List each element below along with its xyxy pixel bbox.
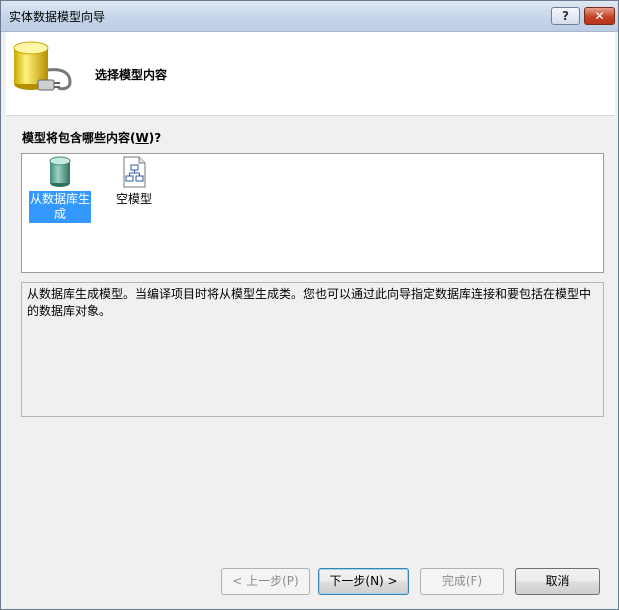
item-label-empty: 空模型 [115, 192, 152, 206]
header-panel: 选择模型内容 [6, 32, 615, 116]
title-bar[interactable]: 实体数据模型向导 ? ✕ [1, 1, 618, 32]
wizard-window: 实体数据模型向导 ? ✕ 选择模型内容 模型将包含哪些内容(W)? 从数据库生成… [0, 0, 619, 610]
label-prefix: 模型将包含哪些内容( [22, 131, 136, 145]
next-button[interactable]: 下一步(N) > [318, 568, 409, 595]
item-label-generate: 从数据库生成 [29, 191, 91, 223]
label-hotkey: W [135, 131, 149, 145]
cancel-button[interactable]: 取消 [515, 568, 600, 595]
back-button[interactable]: < 上一步(P) [221, 568, 310, 595]
close-button[interactable]: ✕ [584, 7, 615, 25]
list-item-generate-from-database[interactable]: 从数据库生成 [27, 156, 93, 223]
finish-button[interactable]: 完成(F) [420, 568, 504, 595]
database-plug-icon [13, 41, 72, 91]
empty-model-icon [123, 156, 146, 188]
list-item-empty-model[interactable]: 空模型 [101, 156, 167, 208]
page-title: 选择模型内容 [95, 68, 168, 82]
model-content-list[interactable]: 从数据库生成 空模型 [21, 153, 604, 273]
window-title: 实体数据模型向导 [9, 10, 106, 24]
label-suffix: )? [148, 131, 162, 145]
model-content-label: 模型将包含哪些内容(W)? [22, 129, 161, 146]
description-box: 从数据库生成模型。当编译项目时将从模型生成类。您也可以通过此向导指定数据库连接和… [21, 282, 604, 417]
database-icon [49, 156, 71, 187]
help-button[interactable]: ? [551, 7, 580, 25]
